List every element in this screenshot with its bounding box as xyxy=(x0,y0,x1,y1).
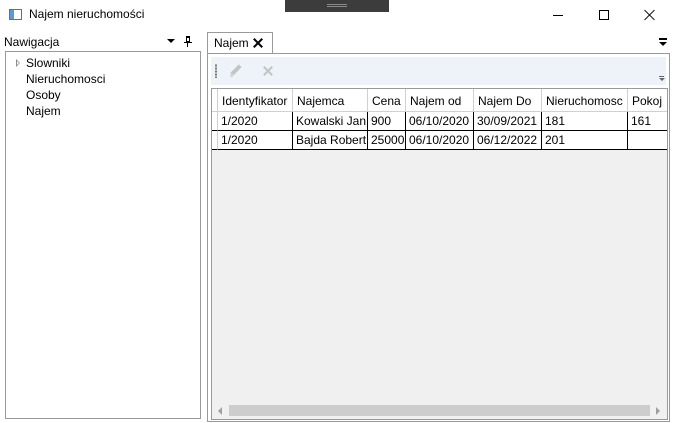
table-cell[interactable]: 30/09/2021 xyxy=(474,112,542,131)
table-cell[interactable]: 1/2020 xyxy=(218,131,293,150)
table-cell[interactable] xyxy=(628,131,667,150)
table-cell[interactable]: 06/10/2020 xyxy=(406,131,474,150)
table-cell[interactable]: Bajda Robert xyxy=(293,131,368,150)
maximize-icon xyxy=(599,10,609,20)
delete-button[interactable] xyxy=(259,62,277,80)
column-header-pokoj[interactable]: Pokoj xyxy=(628,89,667,112)
table-row[interactable]: 1/2020 Kowalski Jan 900 06/10/2020 30/09… xyxy=(212,112,667,131)
maximize-button[interactable] xyxy=(581,0,627,30)
expand-arrow-icon[interactable] xyxy=(16,59,20,67)
scrollbar-thumb[interactable] xyxy=(229,405,650,416)
document-list-button[interactable] xyxy=(657,38,669,48)
column-header-najem-od[interactable]: Najem od xyxy=(406,89,474,112)
tree-item-label: Najem xyxy=(26,104,61,118)
pin-button[interactable] xyxy=(182,34,194,48)
table-cell[interactable]: 181 xyxy=(542,112,628,131)
chevron-down-icon xyxy=(167,39,175,43)
close-icon[interactable] xyxy=(252,37,264,49)
column-header-najem-do[interactable]: Najem Do xyxy=(474,89,542,112)
table-cell[interactable]: 25000 xyxy=(368,131,406,150)
delete-x-icon xyxy=(263,66,273,76)
horizontal-scrollbar[interactable] xyxy=(212,402,667,419)
minimize-icon xyxy=(553,14,563,16)
toolbar-overflow-button[interactable] xyxy=(659,76,665,82)
chevron-down-icon xyxy=(659,42,667,46)
navigation-tree: Slowniki Nieruchomosci Osoby Najem xyxy=(5,51,201,419)
table-cell[interactable]: 900 xyxy=(368,112,406,131)
chevron-down-icon xyxy=(659,78,665,81)
table-row[interactable]: 1/2020 Bajda Robert 25000 06/10/2020 06/… xyxy=(212,131,667,150)
column-header-cena[interactable]: Cena xyxy=(368,89,406,112)
tree-item-slowniki[interactable]: Slowniki xyxy=(6,55,196,71)
column-header-najemca[interactable]: Najemca xyxy=(293,89,368,112)
close-icon xyxy=(644,9,656,21)
toolbar xyxy=(211,57,666,85)
tree-item-najem[interactable]: Najem xyxy=(6,103,196,119)
close-window-button[interactable] xyxy=(627,0,673,30)
table-cell[interactable]: 1/2020 xyxy=(218,112,293,131)
table-cell[interactable]: 06/12/2022 xyxy=(474,131,542,150)
tree-item-label: Slowniki xyxy=(26,56,71,70)
grid-header-row: Identyfikator Najemca Cena Najem od Naje… xyxy=(212,89,667,112)
title-bar[interactable]: Najem nieruchomości xyxy=(0,0,673,30)
navigation-title: Nawigacja xyxy=(4,35,60,49)
toolbar-grip[interactable] xyxy=(215,64,217,78)
data-grid[interactable]: Identyfikator Najemca Cena Najem od Naje… xyxy=(211,88,668,420)
tab-najem[interactable]: Najem xyxy=(207,32,273,53)
table-cell[interactable]: 161 xyxy=(628,112,667,131)
tree-item-label: Osoby xyxy=(26,88,61,102)
tab-label: Najem xyxy=(214,36,249,50)
tree-item-nieruchomosci[interactable]: Nieruchomosci xyxy=(6,71,196,87)
app-window-icon xyxy=(9,9,22,20)
scroll-left-icon[interactable] xyxy=(218,407,222,415)
column-header-identyfikator[interactable]: Identyfikator xyxy=(218,89,293,112)
scroll-right-icon[interactable] xyxy=(656,407,660,415)
table-cell[interactable]: 06/10/2020 xyxy=(406,112,474,131)
column-header-nieruchomosc[interactable]: Nieruchomosc xyxy=(542,89,628,112)
tree-item-osoby[interactable]: Osoby xyxy=(6,87,196,103)
pencil-icon xyxy=(229,64,243,78)
minimize-button[interactable] xyxy=(535,0,581,30)
drag-handle[interactable] xyxy=(285,0,389,12)
document-area: Najem Identyfikator Najemca Cena Najem o… xyxy=(207,31,673,423)
pane-menu-button[interactable] xyxy=(165,35,177,47)
edit-button[interactable] xyxy=(227,62,245,80)
tree-item-label: Nieruchomosci xyxy=(26,72,106,86)
document-content: Identyfikator Najemca Cena Najem od Naje… xyxy=(207,53,670,422)
table-cell[interactable]: 201 xyxy=(542,131,628,150)
table-cell[interactable]: Kowalski Jan xyxy=(293,112,368,131)
window-title: Najem nieruchomości xyxy=(29,7,145,21)
navigation-pane: Nawigacja Slowniki Nieruchomosci Osoby N… xyxy=(2,31,201,421)
navigation-header: Nawigacja xyxy=(2,31,201,51)
